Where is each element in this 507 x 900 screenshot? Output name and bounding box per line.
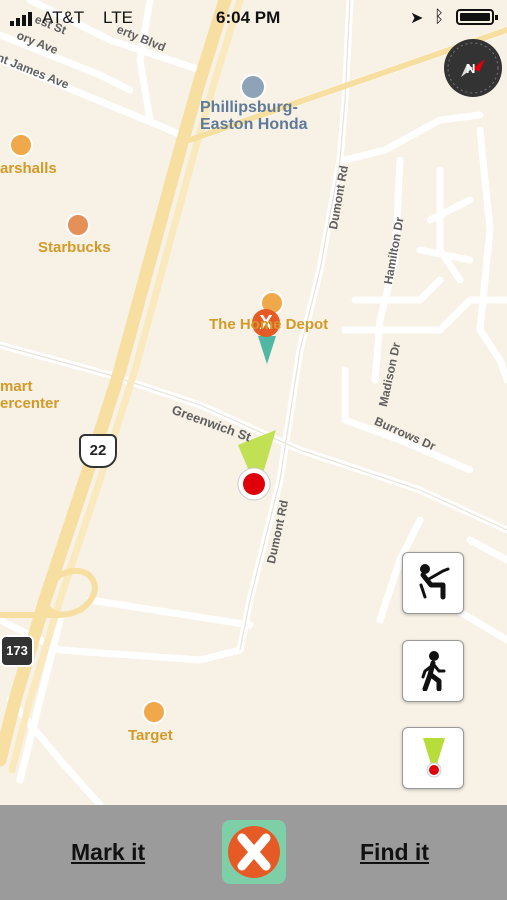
clock-label: 6:04 PM [216, 8, 281, 27]
car-dealer-icon [240, 74, 266, 100]
app-logo-x-icon[interactable] [222, 820, 286, 884]
target-store-icon [142, 700, 166, 724]
poi-home-depot: The Home Depot [209, 316, 329, 333]
shopping-icon [9, 133, 33, 157]
marker-beam-icon [419, 736, 449, 785]
find-it-button[interactable]: Find it [360, 839, 429, 866]
walk-mode-button[interactable] [402, 640, 464, 702]
route-173-shield: 173 [0, 635, 34, 667]
bottom-toolbar: Mark it Find it [0, 805, 507, 900]
poi-target: Target [128, 727, 173, 744]
poi-phillipsburg-honda: Phillipsburg- Easton Honda [200, 99, 308, 133]
poi-honda-line2: Easton Honda [200, 116, 308, 133]
poi-walmart-line1: mart [0, 378, 33, 395]
poi-honda-line1: Phillipsburg- [200, 99, 298, 116]
sit-person-icon [415, 563, 451, 606]
battery-icon [456, 9, 498, 25]
mark-it-button[interactable]: Mark it [71, 839, 145, 866]
signal-bars-icon [10, 11, 36, 26]
marker-button[interactable] [402, 727, 464, 789]
compass-icon[interactable]: N [444, 39, 502, 97]
poi-walmart-line2: ercenter [0, 395, 60, 412]
network-label: LTE [103, 8, 133, 27]
bluetooth-icon: ᛒ [434, 7, 445, 26]
cafe-icon [66, 213, 90, 237]
walking-person-icon [417, 651, 449, 696]
poi-walmart: mart ercenter [0, 378, 59, 412]
poi-marshalls: arshalls [0, 160, 57, 177]
svg-text:N: N [466, 61, 475, 76]
carrier-label: AT&T [42, 8, 85, 27]
location-arrow-icon: ➤ [410, 10, 424, 27]
route-22-shield: 22 [79, 434, 117, 468]
sit-mode-button[interactable] [402, 552, 464, 614]
status-bar: AT&T LTE 6:04 PM ➤ ᛒ [0, 0, 507, 34]
poi-starbucks: Starbucks [38, 239, 111, 256]
